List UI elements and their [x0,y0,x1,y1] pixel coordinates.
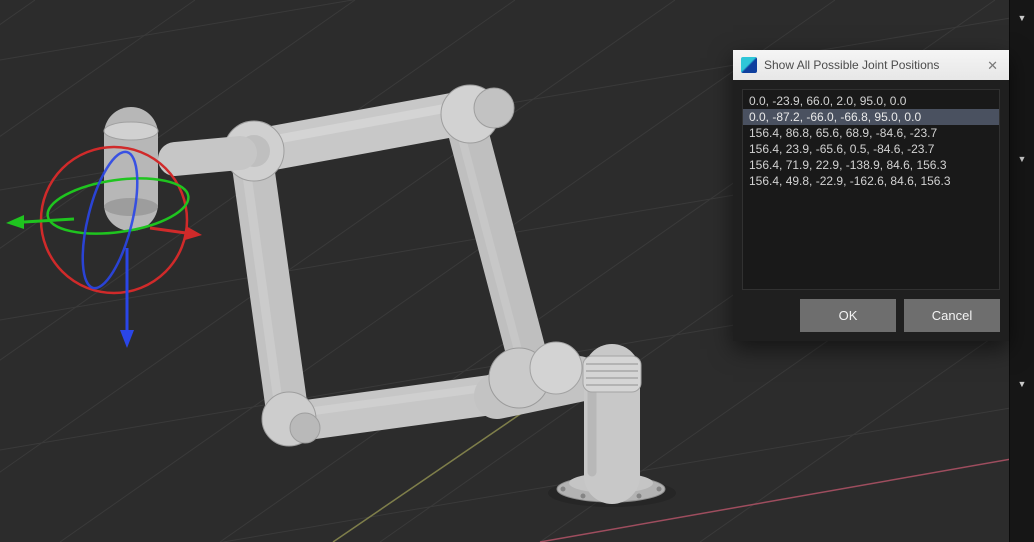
panel-collapse-arrow[interactable]: ▼ [1010,13,1034,23]
robot-arm[interactable] [104,85,676,507]
joint-row[interactable]: 0.0, -87.2, -66.0, -66.8, 95.0, 0.0 [743,109,999,125]
dialog-titlebar[interactable]: Show All Possible Joint Positions ✕ [733,50,1009,80]
robot-links [246,106,527,422]
dialog-button-row: OK Cancel [742,299,1000,332]
app-icon [741,57,757,73]
gizmo-x-arrow[interactable] [150,226,202,240]
cancel-button[interactable]: Cancel [904,299,1000,332]
joint-position-list[interactable]: 0.0, -23.9, 66.0, 2.0, 95.0, 0.0 0.0, -8… [742,89,1000,290]
panel-collapse-arrow[interactable]: ▼ [1010,154,1034,164]
joint-row[interactable]: 156.4, 86.8, 65.6, 68.9, -84.6, -23.7 [743,125,999,141]
joint-row[interactable]: 156.4, 71.9, 22.9, -138.9, 84.6, 156.3 [743,157,999,173]
3d-viewport-stage[interactable]: Show All Possible Joint Positions ✕ 0.0,… [0,0,1034,542]
joint-row[interactable]: 156.4, 49.8, -22.9, -162.6, 84.6, 156.3 [743,173,999,189]
robot-joint-cluster [489,342,582,408]
close-icon[interactable]: ✕ [984,59,1001,72]
panel-collapse-arrow[interactable]: ▼ [1010,379,1034,389]
joint-row[interactable]: 0.0, -23.9, 66.0, 2.0, 95.0, 0.0 [743,93,999,109]
joint-row[interactable]: 156.4, 23.9, -65.6, 0.5, -84.6, -23.7 [743,141,999,157]
ok-button[interactable]: OK [800,299,896,332]
dialog-title: Show All Possible Joint Positions [764,58,977,72]
right-panel-strip: ▼ ▼ ▼ [1009,0,1034,542]
dialog-body: 0.0, -23.9, 66.0, 2.0, 95.0, 0.0 0.0, -8… [733,80,1009,341]
joint-positions-dialog: Show All Possible Joint Positions ✕ 0.0,… [733,50,1009,341]
